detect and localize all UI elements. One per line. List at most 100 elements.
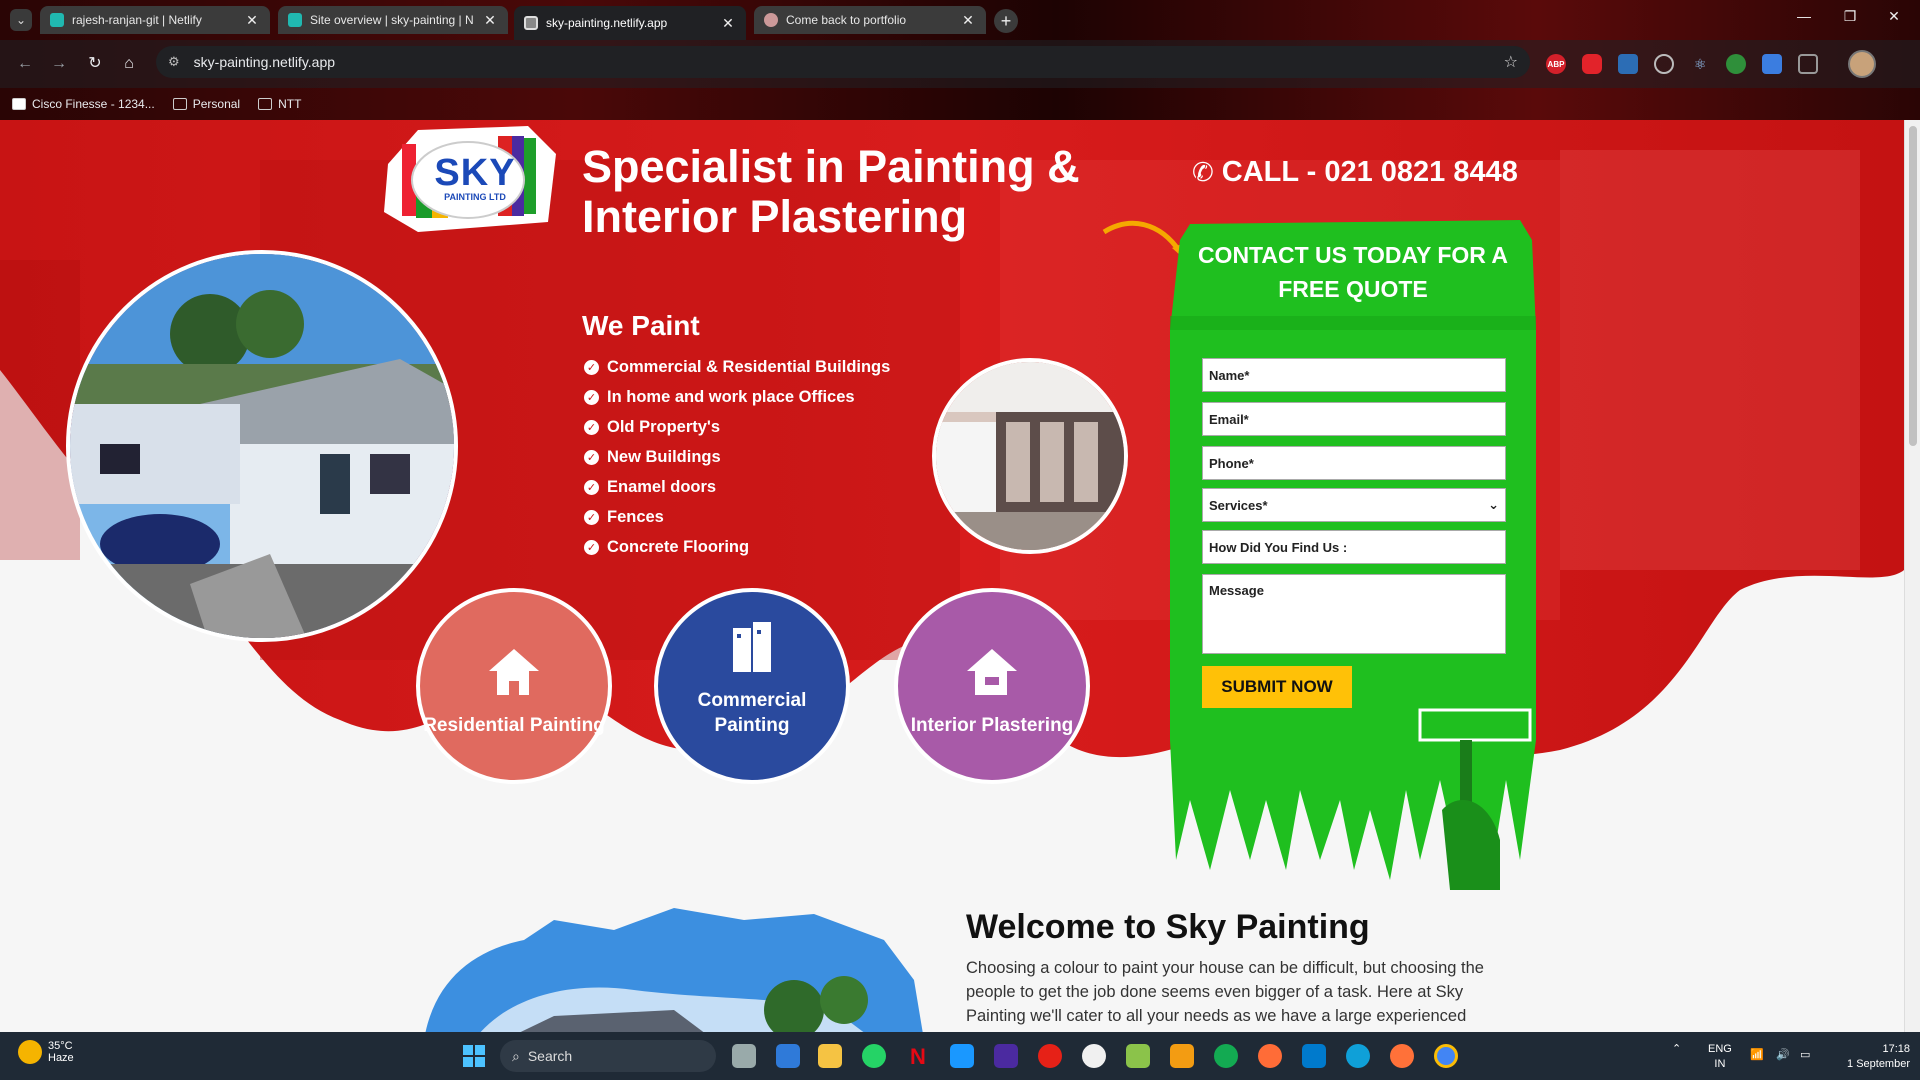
extension-green-icon[interactable]	[1726, 54, 1746, 74]
find-us-field[interactable]: How Did You Find Us :	[1202, 530, 1506, 564]
bookmark-cisco[interactable]: Cisco Finesse - 1234...	[12, 97, 155, 111]
close-icon[interactable]: ✕	[720, 15, 736, 32]
chrome-icon[interactable]	[1434, 1044, 1458, 1068]
list-item: ✓ Concrete Flooring	[584, 532, 890, 562]
browser-chrome: ⌄ rajesh-ranjan-git | Netlify ✕ Site ove…	[0, 0, 1920, 120]
close-icon[interactable]: ✕	[482, 12, 498, 29]
weather-temp: 35°C	[48, 1040, 73, 1052]
search-icon: ⌕	[512, 1047, 520, 1064]
interior-plastering-bubble[interactable]: Interior Plastering	[894, 588, 1090, 784]
extensions-puzzle-icon[interactable]	[1798, 54, 1818, 74]
page-scrollbar[interactable]	[1904, 120, 1920, 1032]
firefox-icon[interactable]	[1390, 1044, 1414, 1068]
vscode-icon[interactable]	[1302, 1044, 1326, 1068]
close-icon[interactable]: ✕	[960, 12, 976, 29]
windows-taskbar: 35°C Haze ⌕ Search N ⌃ ENG IN 📶 🔊 ▭ 17:1…	[0, 1032, 1920, 1080]
page-icon	[524, 16, 538, 30]
edge-icon[interactable]	[1346, 1044, 1370, 1068]
logo-subtext: PAINTING LTD	[444, 192, 506, 202]
close-window-button[interactable]: ✕	[1874, 8, 1914, 25]
bookmark-label: Personal	[192, 97, 241, 111]
restore-button[interactable]: ❐	[1830, 8, 1870, 25]
residential-painting-bubble[interactable]: Residential Painting	[416, 588, 612, 784]
chevron-down-icon: ⌄	[1488, 497, 1499, 512]
welcome-text: Choosing a colour to paint your house ca…	[966, 959, 1484, 1025]
submit-button[interactable]: SUBMIT NOW	[1202, 666, 1352, 708]
tab-portfolio[interactable]: Come back to portfolio ✕	[754, 6, 986, 34]
commercial-painting-bubble[interactable]: Commercial Painting	[654, 588, 850, 784]
house-photo	[66, 250, 458, 642]
logo-text: SKY	[434, 152, 516, 194]
check-circle-icon: ✓	[584, 389, 599, 405]
check-circle-icon: ✓	[584, 359, 599, 375]
notepad-icon[interactable]	[1126, 1044, 1150, 1068]
name-field[interactable]: Name*	[1202, 358, 1506, 392]
email-field[interactable]: Email*	[1202, 402, 1506, 436]
task-view-icon[interactable]	[732, 1044, 756, 1068]
battery-icon[interactable]: ▭	[1800, 1048, 1810, 1063]
list-item: ✓ Fences	[584, 502, 890, 532]
volume-icon[interactable]: 🔊	[1776, 1048, 1790, 1063]
services-select[interactable]: Services* ⌄	[1202, 488, 1506, 522]
file-explorer-icon[interactable]	[818, 1044, 842, 1068]
bubble-label: Commercial Painting	[697, 690, 807, 736]
adblock-plus-icon[interactable]: ABP	[1546, 54, 1566, 74]
check-circle-icon: ✓	[584, 449, 599, 465]
bubble-label: Residential Painting	[423, 715, 605, 736]
folder-icon	[172, 98, 187, 110]
mongodb-icon[interactable]	[1214, 1044, 1238, 1068]
store-icon[interactable]	[776, 1044, 800, 1068]
taskbar-search[interactable]: ⌕ Search	[500, 1040, 716, 1072]
forward-button[interactable]: →	[48, 53, 70, 75]
bookmark-folder-ntt[interactable]: NTT	[258, 97, 301, 111]
tab-sky-painting[interactable]: sky-painting.netlify.app ✕	[514, 6, 746, 40]
services-list: ✓ Commercial & Residential Buildings ✓ In …	[584, 352, 890, 562]
scrollbar-thumb[interactable]	[1909, 126, 1917, 446]
minimize-button[interactable]: —	[1784, 8, 1824, 24]
select-value: Services*	[1209, 497, 1268, 513]
extension-red-icon[interactable]	[1582, 54, 1602, 74]
tab-search-button[interactable]: ⌄	[10, 9, 32, 31]
whatsapp-icon[interactable]	[862, 1044, 886, 1068]
bookmark-star-icon[interactable]: ☆	[1504, 52, 1518, 72]
list-item: ✓ New Buildings	[584, 442, 890, 472]
profile-avatar[interactable]	[1848, 50, 1876, 78]
bookmark-folder-personal[interactable]: Personal	[172, 97, 241, 111]
tab-netlify-account[interactable]: rajesh-ranjan-git | Netlify ✕	[40, 6, 270, 34]
extension-s-icon[interactable]	[1618, 54, 1638, 74]
phone-field[interactable]: Phone*	[1202, 446, 1506, 480]
call-number[interactable]: ✆ CALL - 021 0821 8448	[1192, 156, 1518, 189]
address-bar[interactable]: ⚙ sky-painting.netlify.app ☆	[156, 46, 1530, 78]
react-devtools-icon[interactable]: ⚛	[1690, 54, 1710, 74]
home-button[interactable]: ⌂	[118, 53, 140, 75]
list-item: ✓ Enamel doors	[584, 472, 890, 502]
new-tab-button[interactable]: +	[994, 9, 1018, 33]
extension-blue-icon[interactable]	[1762, 54, 1782, 74]
back-button[interactable]: ←	[14, 53, 36, 75]
show-hidden-icons-button[interactable]: ⌃	[1672, 1042, 1681, 1057]
message-textarea[interactable]: Message	[1202, 574, 1506, 654]
weather-widget[interactable]: 35°C Haze	[18, 1040, 74, 1064]
postman-icon[interactable]	[1258, 1044, 1282, 1068]
language-indicator[interactable]: ENG IN	[1708, 1042, 1732, 1072]
prime-video-icon[interactable]	[950, 1044, 974, 1068]
reload-button[interactable]: ↻	[84, 53, 106, 75]
close-icon[interactable]: ✕	[244, 12, 260, 29]
netflix-icon[interactable]: N	[906, 1044, 930, 1069]
amazon-music-icon[interactable]	[994, 1044, 1018, 1068]
tab-site-overview[interactable]: Site overview | sky-painting | Ne ✕	[278, 6, 508, 34]
wifi-icon[interactable]: 📶	[1750, 1048, 1764, 1063]
web-page: SKY PAINTING LTD Specialist in Painting …	[0, 120, 1920, 1032]
sublime-text-icon[interactable]	[1170, 1044, 1194, 1068]
clock[interactable]: 17:18 1 September	[1830, 1042, 1910, 1072]
youtube-icon[interactable]	[1038, 1044, 1062, 1068]
call-text: CALL - 021 0821 8448	[1221, 156, 1518, 188]
we-paint-heading: We Paint	[582, 310, 700, 341]
netlify-icon	[288, 13, 302, 27]
site-info-icon[interactable]: ⚙	[168, 54, 180, 70]
check-circle-icon: ✓	[584, 419, 599, 435]
windows-start-icon[interactable]	[462, 1044, 486, 1068]
github-icon[interactable]	[1082, 1044, 1106, 1068]
extension-target-icon[interactable]	[1654, 54, 1674, 74]
avatar-icon	[764, 13, 778, 27]
